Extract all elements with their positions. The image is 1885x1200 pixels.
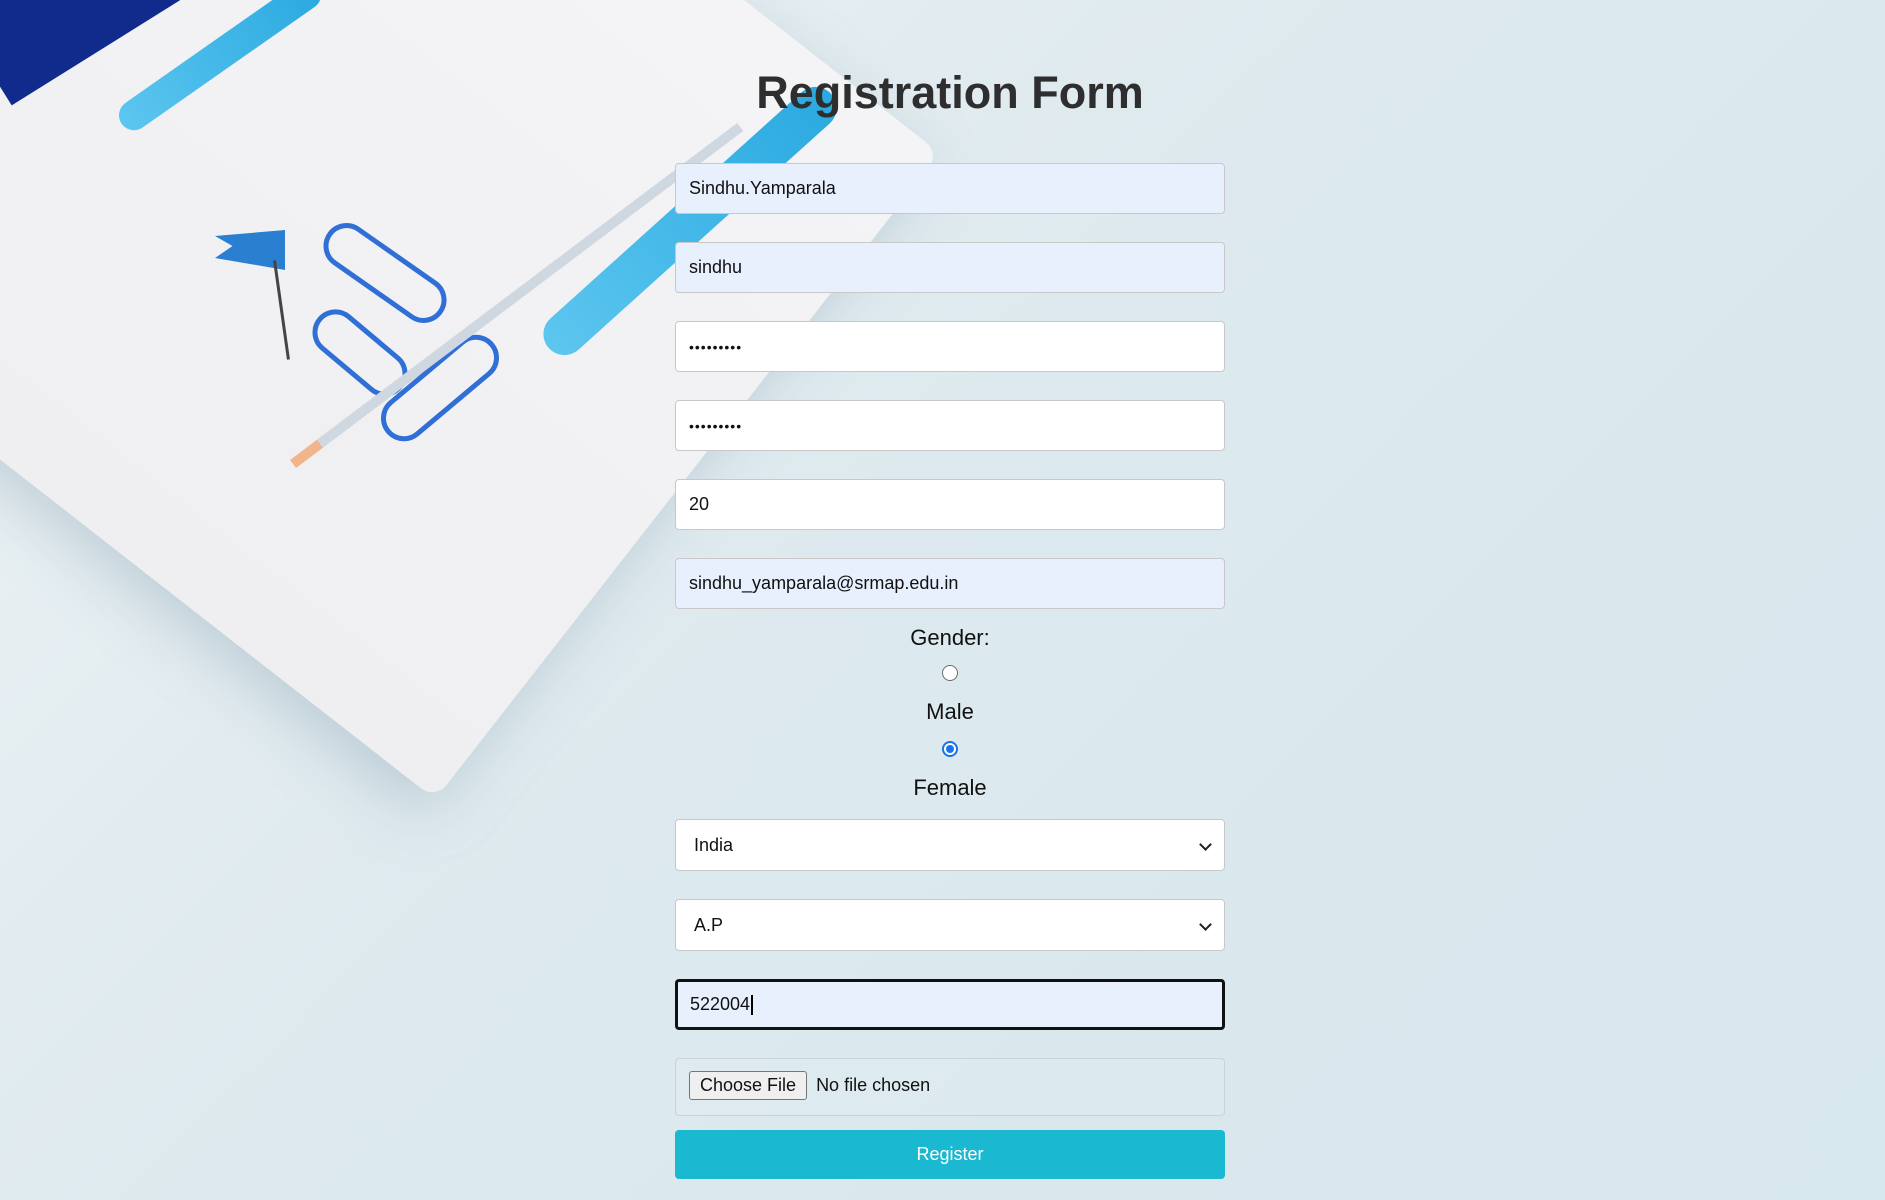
file-status-text: No file chosen xyxy=(816,1075,931,1095)
file-upload-field: Choose File No file chosen xyxy=(675,1058,1225,1116)
chevron-down-icon xyxy=(1199,918,1212,931)
paperclip-decoration xyxy=(314,214,456,332)
ruler-decoration xyxy=(0,0,182,106)
full-name-input[interactable] xyxy=(675,163,1225,214)
email-input[interactable] xyxy=(675,558,1225,609)
female-label: Female xyxy=(913,775,987,800)
chevron-down-icon xyxy=(1199,838,1212,851)
age-input[interactable] xyxy=(675,479,1225,530)
gender-label: Gender: xyxy=(910,625,990,650)
country-select-value: India xyxy=(694,835,734,855)
pincode-value: 522004 xyxy=(690,994,751,1014)
gender-radio-male-wrap xyxy=(675,663,1225,685)
choose-file-button[interactable]: Choose File xyxy=(689,1071,808,1100)
register-button[interactable]: Register xyxy=(675,1130,1225,1179)
pen-decoration xyxy=(113,0,327,137)
country-select[interactable]: India xyxy=(675,819,1225,871)
confirm-password-input[interactable] xyxy=(675,400,1225,451)
registration-form: Registration Form Gender: Male Female In… xyxy=(675,60,1225,1179)
username-input[interactable] xyxy=(675,242,1225,293)
state-select[interactable]: A.P xyxy=(675,899,1225,951)
text-cursor xyxy=(751,995,753,1016)
male-label: Male xyxy=(926,699,974,724)
flag-pin-decoration xyxy=(215,230,285,270)
page-title: Registration Form xyxy=(756,67,1144,118)
male-radio[interactable] xyxy=(942,665,958,681)
pincode-input[interactable]: 522004 xyxy=(675,979,1225,1030)
paperclip-decoration xyxy=(371,325,509,451)
gender-radio-female-wrap xyxy=(675,739,1225,761)
paperclip-decoration xyxy=(303,300,417,406)
pin-decoration xyxy=(273,260,290,360)
password-input[interactable] xyxy=(675,321,1225,372)
female-radio[interactable] xyxy=(942,741,958,757)
state-select-value: A.P xyxy=(694,915,724,935)
